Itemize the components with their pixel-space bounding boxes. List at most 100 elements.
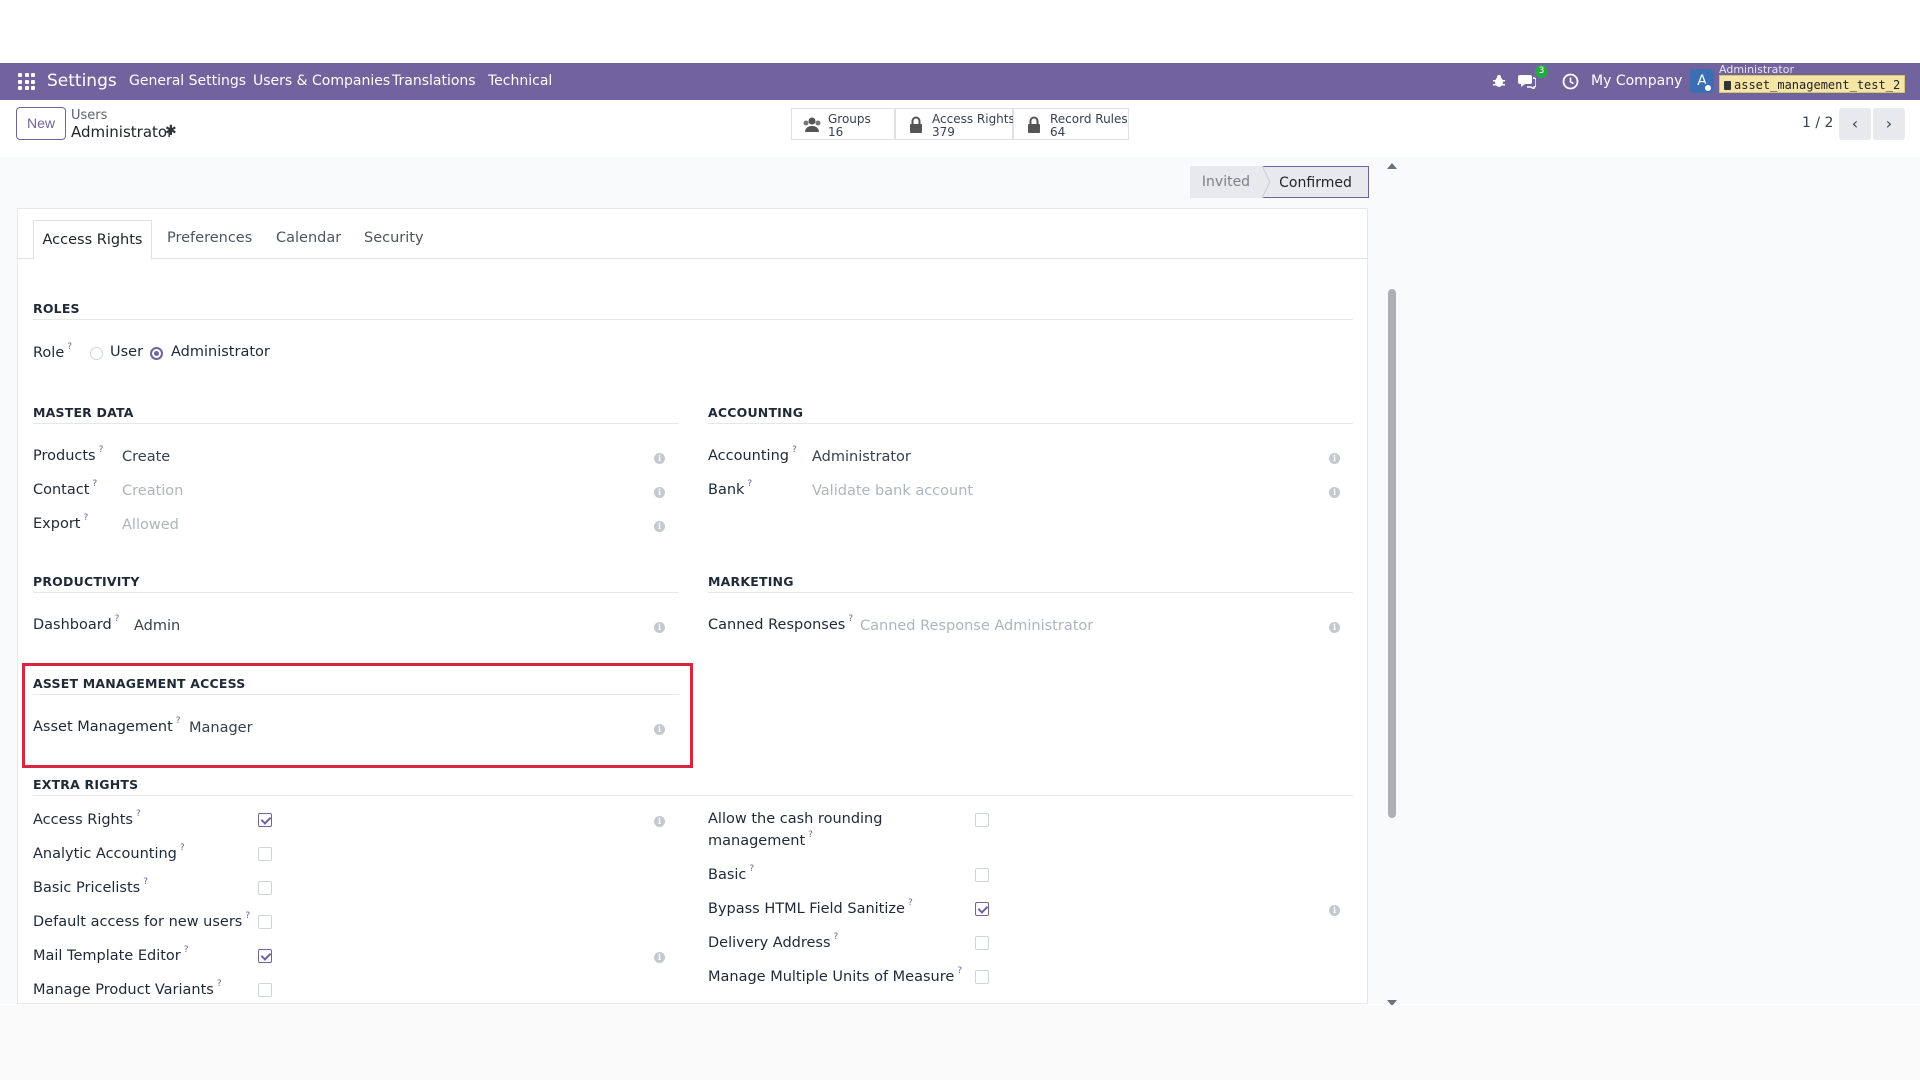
info-icon[interactable]: i [654, 952, 665, 963]
help-marker[interactable]: ? [749, 864, 754, 874]
delivery-address-label: Delivery Address? [708, 932, 839, 951]
scrollbar-thumb[interactable] [1388, 289, 1396, 818]
apps-menu-icon[interactable] [18, 73, 35, 90]
pager-value[interactable]: 1 / 2 [1802, 115, 1833, 131]
role-administrator-radio[interactable] [150, 347, 163, 360]
clock-icon[interactable] [1562, 73, 1579, 90]
help-marker[interactable]: ? [99, 445, 104, 455]
scroll-up-icon[interactable] [1387, 163, 1397, 169]
pager-next-button[interactable]: › [1873, 108, 1905, 140]
help-marker[interactable]: ? [792, 445, 797, 455]
bank-label: Bank? [708, 479, 752, 498]
help-marker[interactable]: ? [908, 898, 913, 908]
multiple-uom-label: Manage Multiple Units of Measure? [708, 966, 962, 985]
bank-label-text: Bank [708, 481, 745, 498]
help-marker[interactable]: ? [92, 479, 97, 489]
pager-previous-button[interactable]: ‹ [1839, 108, 1871, 140]
database-tag: asset_management_test_2 [1719, 75, 1906, 93]
analytic-accounting-checkbox[interactable] [258, 847, 272, 861]
export-label: Export? [33, 513, 88, 532]
help-marker[interactable]: ? [217, 979, 222, 989]
access-rights-smart-button[interactable]: Access Rights 379 [895, 108, 1015, 140]
canned-responses-field[interactable]: Canned Response Administrator [860, 618, 1093, 634]
manage-product-variants-checkbox[interactable] [258, 983, 272, 997]
role-user-label[interactable]: User [110, 344, 143, 360]
analytic-accounting-label: Analytic Accounting? [33, 843, 185, 862]
help-marker[interactable]: ? [143, 877, 148, 887]
help-marker[interactable]: ? [848, 614, 853, 624]
groups-smart-button[interactable]: Groups 16 [791, 108, 895, 140]
section-master-data: MASTER DATA [33, 405, 134, 420]
help-marker[interactable]: ? [184, 945, 189, 955]
role-user-radio[interactable] [90, 347, 103, 360]
info-icon[interactable]: i [654, 521, 665, 532]
info-icon[interactable]: i [1329, 453, 1340, 464]
mail-template-editor-checkbox[interactable] [258, 949, 272, 963]
help-marker[interactable]: ? [67, 342, 72, 352]
default-access-label: Default access for new users? [33, 911, 250, 930]
help-marker[interactable]: ? [180, 843, 185, 853]
basic-label-text: Basic [708, 866, 747, 883]
info-icon[interactable]: i [654, 453, 665, 464]
help-marker[interactable]: ? [808, 830, 813, 840]
record-rules-smart-button[interactable]: Record Rules 64 [1013, 108, 1129, 140]
menu-users-companies[interactable]: Users & Companies [253, 73, 390, 89]
accounting-label-text: Accounting [708, 447, 789, 464]
help-marker[interactable]: ? [115, 614, 120, 624]
role-administrator-label[interactable]: Administrator [171, 344, 270, 360]
highlight-box [22, 663, 693, 768]
tab-calendar[interactable]: Calendar [276, 230, 341, 246]
divider [33, 592, 679, 593]
section-extra-rights: EXTRA RIGHTS [33, 777, 139, 792]
tab-security[interactable]: Security [364, 230, 424, 246]
tab-access-rights[interactable]: Access Rights [33, 220, 152, 260]
info-icon[interactable]: i [654, 622, 665, 633]
menu-translations[interactable]: Translations [392, 73, 476, 89]
help-marker[interactable]: ? [136, 809, 141, 819]
info-icon[interactable]: i [1329, 487, 1340, 498]
access-rights-checkbox[interactable] [258, 813, 272, 827]
menu-general-settings[interactable]: General Settings [129, 73, 246, 89]
company-switcher[interactable]: My Company [1591, 73, 1682, 89]
info-icon[interactable]: i [654, 816, 665, 827]
export-field[interactable]: Allowed [122, 517, 179, 533]
section-accounting: ACCOUNTING [708, 405, 804, 420]
default-access-checkbox[interactable] [258, 915, 272, 929]
help-marker[interactable]: ? [834, 932, 839, 942]
info-icon[interactable]: i [654, 487, 665, 498]
bug-icon[interactable] [1492, 74, 1506, 88]
status-invited[interactable]: Invited [1190, 166, 1262, 198]
menu-technical[interactable]: Technical [488, 73, 552, 89]
new-button[interactable]: New [16, 107, 66, 140]
products-field[interactable]: Create [122, 449, 170, 465]
section-roles: ROLES [33, 301, 80, 316]
bypass-html-checkbox[interactable] [975, 902, 989, 916]
basic-checkbox[interactable] [975, 868, 989, 882]
info-icon[interactable]: i [1329, 622, 1340, 633]
smart-button-label: Record Rules [1050, 112, 1128, 126]
tab-preferences[interactable]: Preferences [167, 230, 252, 246]
dashboard-field[interactable]: Admin [134, 618, 180, 634]
info-icon[interactable]: i [1329, 905, 1340, 916]
basic-pricelists-checkbox[interactable] [258, 881, 272, 895]
accounting-label: Accounting? [708, 445, 797, 464]
canned-responses-label-text: Canned Responses [708, 616, 846, 633]
multiple-uom-checkbox[interactable] [975, 970, 989, 984]
help-marker[interactable]: ? [957, 966, 962, 976]
app-brand[interactable]: Settings [47, 71, 117, 91]
accounting-field[interactable]: Administrator [812, 449, 911, 465]
status-confirmed[interactable]: Confirmed [1262, 166, 1369, 198]
cash-rounding-checkbox[interactable] [975, 813, 989, 827]
role-label: Role? [33, 342, 72, 361]
contact-field[interactable]: Creation [122, 483, 183, 499]
breadcrumb-users[interactable]: Users [71, 108, 107, 123]
bank-field[interactable]: Validate bank account [812, 483, 973, 499]
chat-icon[interactable] [1518, 73, 1536, 89]
multiple-uom-label-text: Manage Multiple Units of Measure [708, 968, 955, 985]
gear-icon[interactable]: ✱ [165, 123, 177, 139]
help-marker[interactable]: ? [747, 479, 752, 489]
delivery-address-checkbox[interactable] [975, 936, 989, 950]
help-marker[interactable]: ? [83, 513, 88, 523]
lock-icon [910, 116, 922, 133]
help-marker[interactable]: ? [245, 911, 250, 921]
